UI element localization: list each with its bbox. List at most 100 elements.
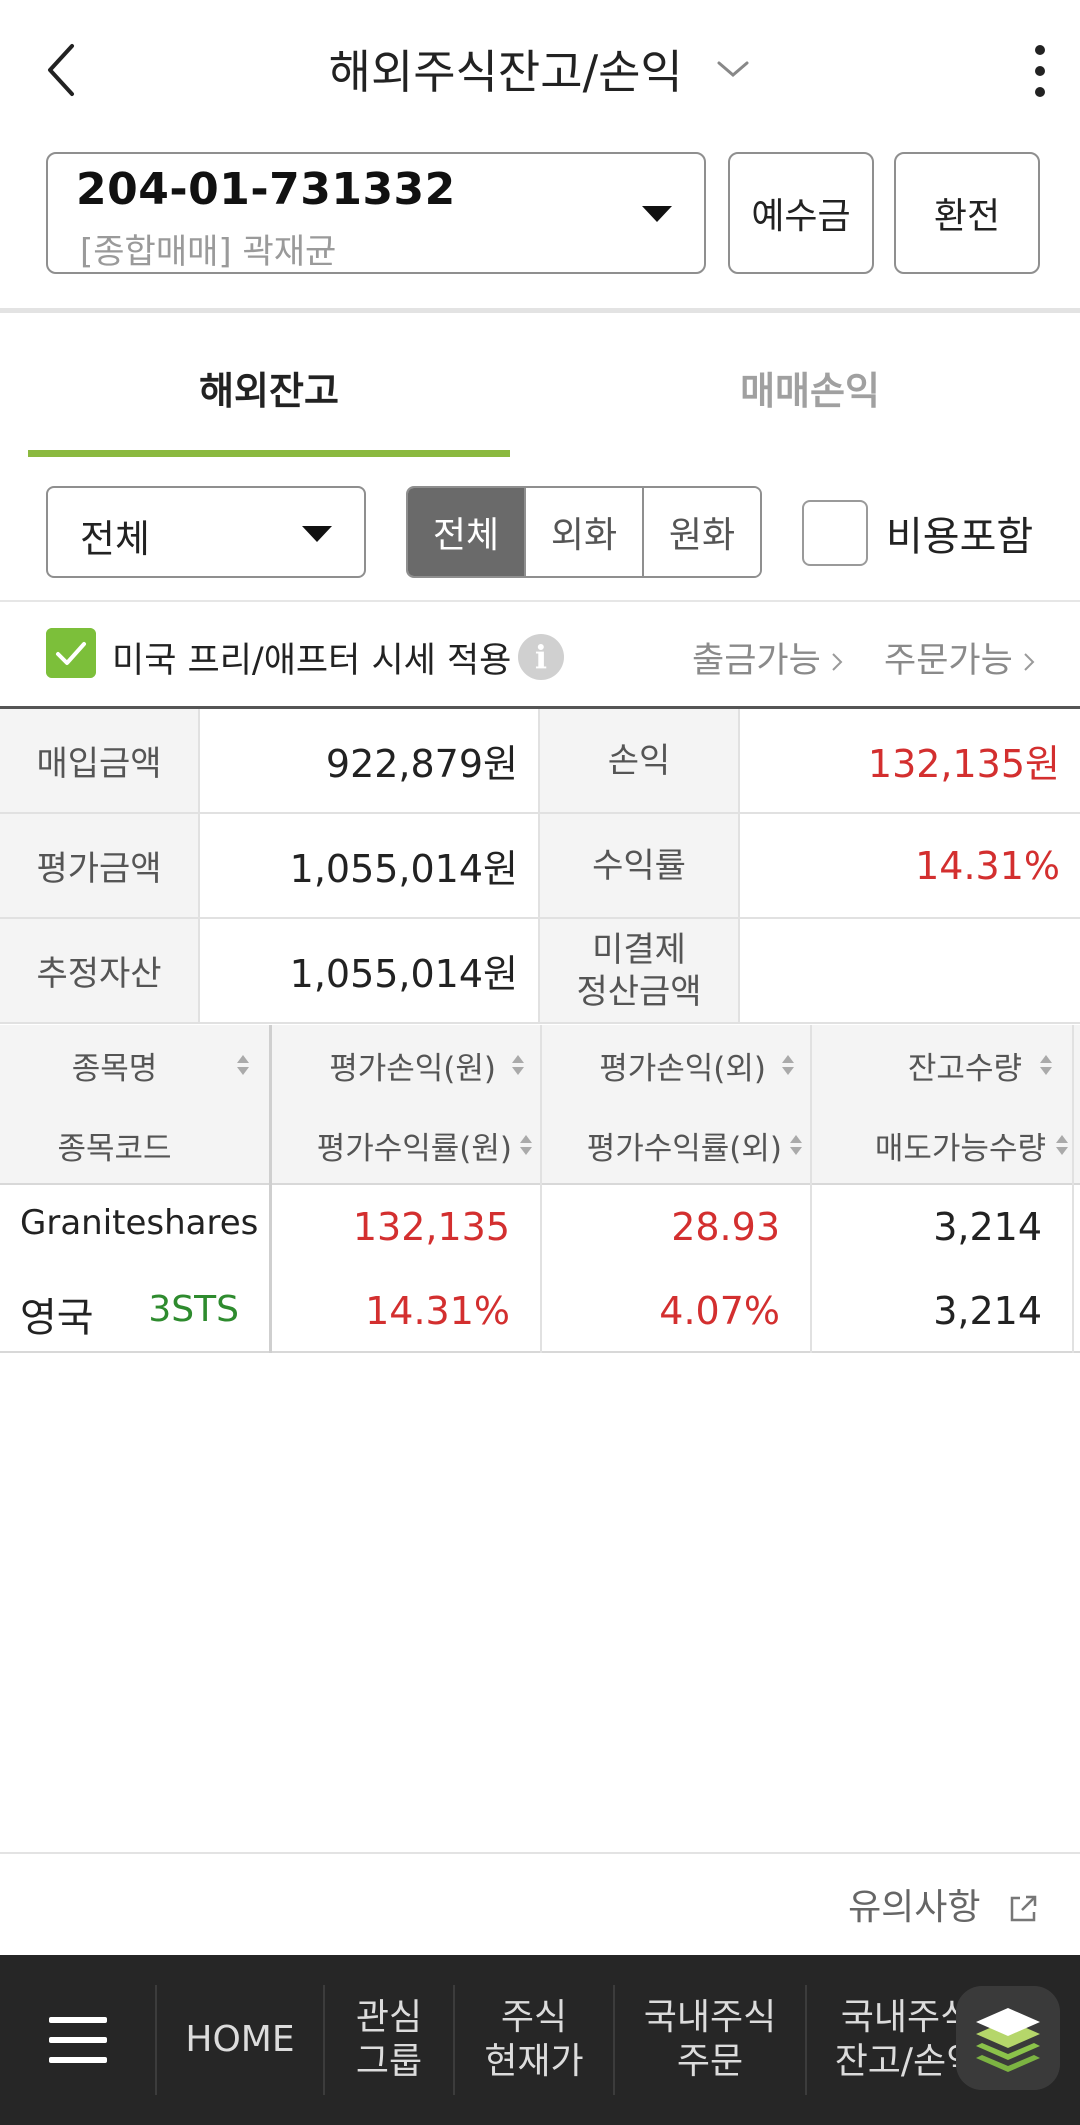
sort-header-return-fx[interactable]: 평가수익률(외) (542, 1105, 810, 1185)
nav-watch-group[interactable]: 관심 그룹 (325, 1955, 453, 2125)
more-options-icon[interactable] (1030, 44, 1050, 98)
qty-cell: 3,214 3,214 (812, 1185, 1074, 1353)
header-label: 종목명 (71, 1050, 158, 1087)
sort-icon (512, 1055, 524, 1075)
header-column: 평가손익(원) 평가수익률(원) (272, 1025, 542, 1185)
summary-label: 추정자산 (0, 919, 200, 1022)
divider (0, 600, 1080, 602)
segment-krw[interactable]: 원화 (642, 488, 760, 576)
account-holder: [종합매매] 곽재균 (80, 232, 337, 272)
summary-row: 추정자산 1,055,014원 미결제 정산금액 (0, 919, 1080, 1024)
account-selector[interactable]: 204-01-731332 [종합매매] 곽재균 (46, 152, 706, 274)
prepost-checkbox[interactable] (46, 628, 96, 678)
sellable-qty-value: 3,214 (933, 1289, 1042, 1333)
active-tab-indicator (28, 450, 510, 457)
header-label: 잔고수량 (907, 1050, 1022, 1087)
return-krw-value: 14.31% (365, 1289, 510, 1333)
layers-icon[interactable] (956, 1986, 1060, 2090)
deposit-button[interactable]: 예수금 (728, 152, 874, 274)
header-label: 평가손익(원) (329, 1050, 496, 1087)
header-label: 평가수익률(원) (316, 1130, 512, 1167)
withdrawable-link[interactable]: 출금가능 (692, 632, 843, 683)
page-title-dropdown[interactable]: 해외주식잔고/손익 (0, 36, 1080, 102)
hamburger-menu-icon (48, 2017, 107, 2063)
nav-label: 국내주식 (840, 1997, 974, 2038)
stock-code: 3STS (148, 1289, 239, 1330)
qty-value: 3,214 (933, 1205, 1042, 1249)
market-filter-value: 전체 (80, 517, 150, 561)
chevron-right-icon (1024, 653, 1035, 671)
nav-domestic-order[interactable]: 국내주식 주문 (615, 1955, 805, 2125)
stock-country: 영국 (20, 1295, 94, 1341)
sort-icon (1040, 1055, 1052, 1075)
market-filter-dropdown[interactable]: 전체 (46, 486, 366, 578)
sort-icon (237, 1055, 249, 1075)
sort-header-sellable-qty[interactable]: 매도가능수량 (812, 1105, 1072, 1185)
sort-icon (782, 1055, 794, 1075)
summary-value: 1,055,014원 (200, 919, 540, 1022)
summary-row: 매입금액 922,879원 손익 132,135원 (0, 709, 1080, 814)
pnl-krw-cell: 132,135 14.31% (272, 1185, 542, 1353)
pnl-krw-value: 132,135 (352, 1205, 510, 1249)
header-label: 평가손익(외) (599, 1050, 766, 1087)
notice-link[interactable]: 유의사항 (848, 1878, 1040, 1930)
nav-label: 국내주식 (643, 1997, 777, 2038)
header-column: 종목명 종목코드 (0, 1025, 272, 1185)
include-fees-checkbox[interactable] (802, 500, 868, 566)
holdings-table-header: 종목명 종목코드 평가손익(원) 평가수익률(원) 평가손익(외) 평가수익률(… (0, 1025, 1080, 1185)
sort-header-return-krw[interactable]: 평가수익률(원) (272, 1105, 540, 1185)
header-label: 종목코드 (57, 1130, 172, 1167)
tab-overseas-balance[interactable]: 해외잔고 (28, 360, 510, 415)
bottom-nav: HOME 관심 그룹 주식 현재가 국내주식 주문 국내주식 잔고/손익 (0, 1955, 1080, 2125)
nav-stock-price[interactable]: 주식 현재가 (455, 1955, 613, 2125)
tab-trade-pnl[interactable]: 매매손익 (540, 360, 1080, 415)
app-header: 해외주식잔고/손익 (0, 0, 1080, 140)
summary-value: 922,879원 (200, 709, 540, 812)
sort-header-qty[interactable]: 잔고수량 (812, 1025, 1072, 1105)
orderable-label: 주문가능 (884, 641, 1013, 681)
sort-icon (520, 1135, 532, 1155)
sort-icon (790, 1135, 802, 1155)
summary-label: 손익 (540, 709, 740, 812)
divider (0, 1852, 1080, 1854)
summary-row: 평가금액 1,055,014원 수익률 14.31% (0, 814, 1080, 919)
menu-button[interactable] (0, 1955, 155, 2125)
segment-all[interactable]: 전체 (408, 488, 524, 576)
nav-home[interactable]: HOME (157, 1955, 323, 2125)
chevron-right-icon (832, 653, 843, 671)
prepost-label: 미국 프리/애프터 시세 적용 (112, 641, 512, 681)
header-column: 잔고수량 매도가능수량 (812, 1025, 1074, 1185)
sort-header-name[interactable]: 종목명 (0, 1025, 269, 1105)
summary-label: 평가금액 (0, 814, 200, 917)
withdrawable-label: 출금가능 (692, 641, 821, 681)
sort-header-pnl-krw[interactable]: 평가손익(원) (272, 1025, 540, 1105)
nav-label: 주식 (500, 1997, 568, 2038)
sort-icon (1056, 1135, 1068, 1155)
info-icon[interactable]: i (518, 634, 564, 680)
include-fees-label: 비용포함 (886, 514, 1034, 560)
summary-value (740, 919, 1080, 1022)
dropdown-caret-icon (302, 526, 332, 542)
summary-table: 매입금액 922,879원 손익 132,135원 평가금액 1,055,014… (0, 709, 1080, 1024)
summary-value: 1,055,014원 (200, 814, 540, 917)
return-fx-value: 4.07% (659, 1289, 780, 1333)
nav-label: 관심 (355, 1997, 423, 2038)
segment-foreign[interactable]: 외화 (524, 488, 642, 576)
nav-label: 그룹 (355, 2041, 423, 2082)
header-label: 매도가능수량 (874, 1130, 1046, 1167)
header-code: 종목코드 (0, 1105, 269, 1185)
nav-label: 현재가 (484, 2041, 584, 2082)
summary-label: 수익률 (540, 814, 740, 917)
exchange-button[interactable]: 환전 (894, 152, 1040, 274)
notice-label: 유의사항 (848, 1887, 981, 1928)
page-title: 해외주식잔고/손익 (328, 45, 683, 99)
pnl-fx-cell: 28.93 4.07% (542, 1185, 812, 1353)
pnl-fx-value: 28.93 (671, 1205, 780, 1249)
table-row[interactable]: Graniteshares 영국 3STS 132,135 14.31% 28.… (0, 1185, 1080, 1353)
sort-header-pnl-fx[interactable]: 평가손익(외) (542, 1025, 810, 1105)
dropdown-caret-icon (642, 206, 672, 222)
header-label: 평가수익률(외) (586, 1130, 782, 1167)
chevron-down-icon (717, 61, 749, 77)
divider (0, 308, 1080, 313)
orderable-link[interactable]: 주문가능 (884, 632, 1035, 683)
